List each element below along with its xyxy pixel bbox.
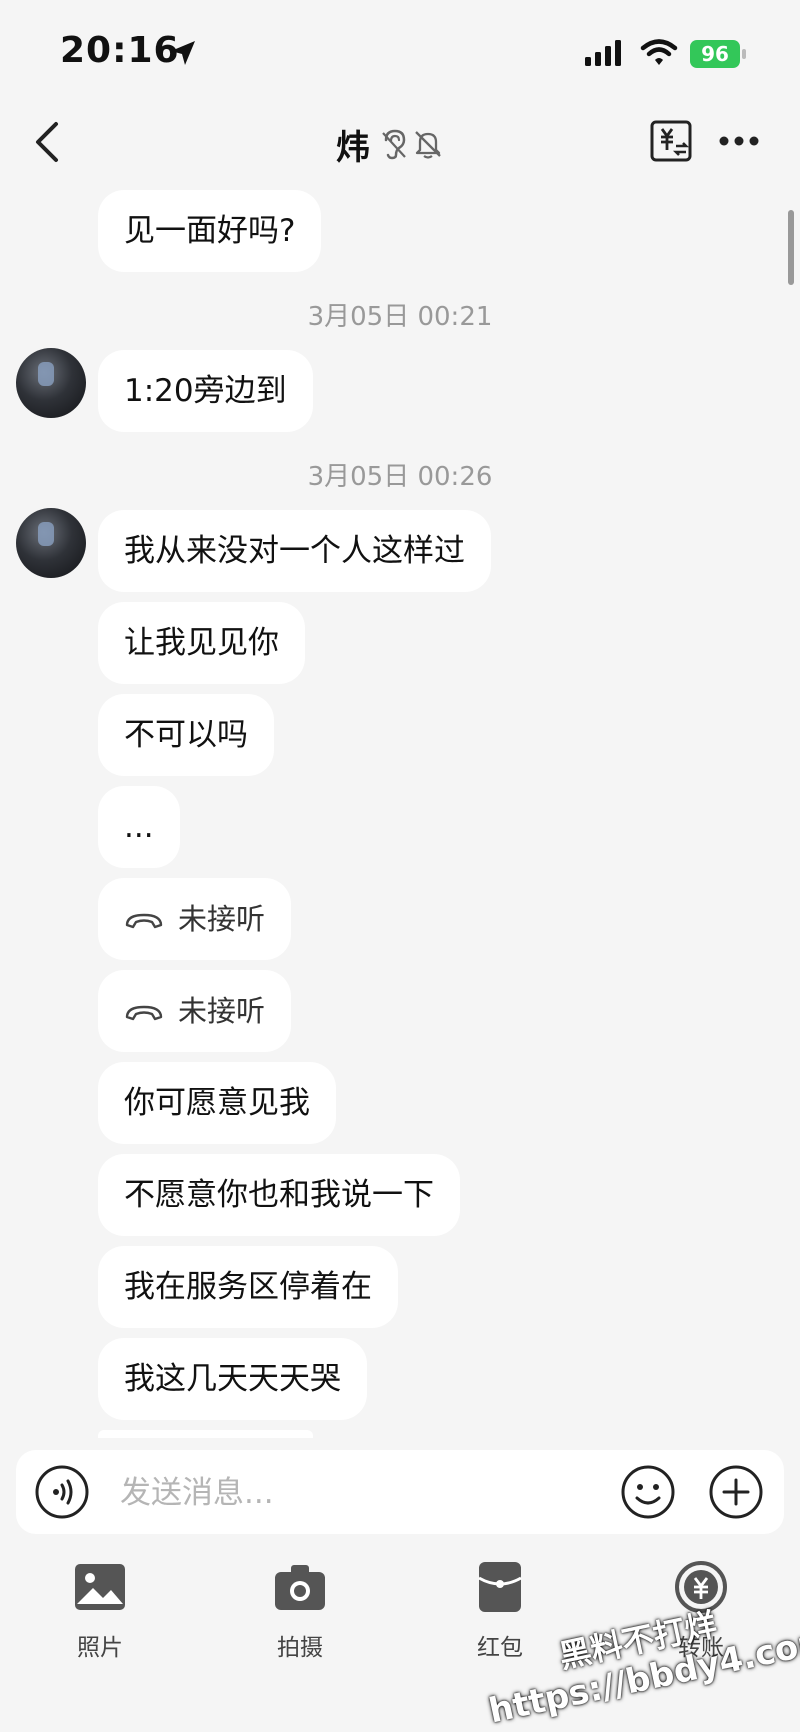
message-bubble[interactable]: 见一面好吗? [98,190,322,272]
battery-level: 96 [690,40,740,68]
message-bubble[interactable]: 不愿意你也和我说一下 [98,1154,460,1236]
toolbar-label: 照片 [77,1635,123,1661]
missed-call-bubble[interactable]: 未接听 [98,970,292,1052]
toolbar-photo-button[interactable]: 照片 [45,1560,155,1662]
message-bubble[interactable]: 我这几天天天哭 [98,1338,367,1420]
message-input[interactable] [118,1462,622,1524]
message-bubble[interactable]: 你可愿意见我 [98,1062,336,1144]
message-bubble[interactable]: 1:20旁边到 [98,350,313,432]
message-bubble[interactable]: 让我见见你 [98,602,305,684]
voice-input-icon[interactable] [34,1464,90,1520]
battery-indicator: 96 [690,40,746,68]
avatar[interactable] [16,508,86,578]
currency-convert-icon[interactable] [650,120,692,162]
message-timestamp: 3月05日 00:26 [307,462,493,492]
camera-icon [275,1565,325,1610]
status-time: 20:16 [60,30,180,71]
avatar[interactable] [16,348,86,418]
scroll-indicator[interactable] [788,210,794,285]
chat-title[interactable]: 炜 [336,120,370,169]
bell-muted-icon [415,131,441,159]
add-attachment-icon[interactable] [708,1464,764,1520]
message-timestamp: 3月05日 00:21 [307,302,493,332]
message-input-bar [16,1450,784,1534]
phone-hangup-icon [125,1005,163,1021]
call-status: 未接听 [178,994,266,1028]
call-status: 未接听 [178,902,266,936]
chat-header: 炜 [0,100,800,186]
red-packet-icon [478,1562,522,1612]
message-bubble-partial [98,1430,313,1438]
more-options-icon[interactable] [718,134,760,148]
back-icon[interactable] [28,118,68,166]
message-bubble[interactable]: 我在服务区停着在 [98,1246,398,1328]
message-bubble[interactable]: 我从来没对一个人这样过 [98,510,491,592]
status-bar: 20:16 96 [0,0,800,100]
message-bubble[interactable]: 不可以吗 [98,694,274,776]
missed-call-bubble[interactable]: 未接听 [98,878,292,960]
photo-icon [75,1564,125,1610]
toolbar-camera-button[interactable]: 拍摄 [245,1560,355,1662]
cellular-signal-icon [585,40,621,66]
wifi-icon [640,39,678,65]
message-bubble[interactable]: ... [98,786,180,868]
ear-icon [382,129,406,160]
location-arrow-icon [171,41,195,65]
toolbar-label: 拍摄 [277,1635,323,1661]
phone-hangup-icon [125,913,163,929]
emoji-icon[interactable] [620,1464,676,1520]
